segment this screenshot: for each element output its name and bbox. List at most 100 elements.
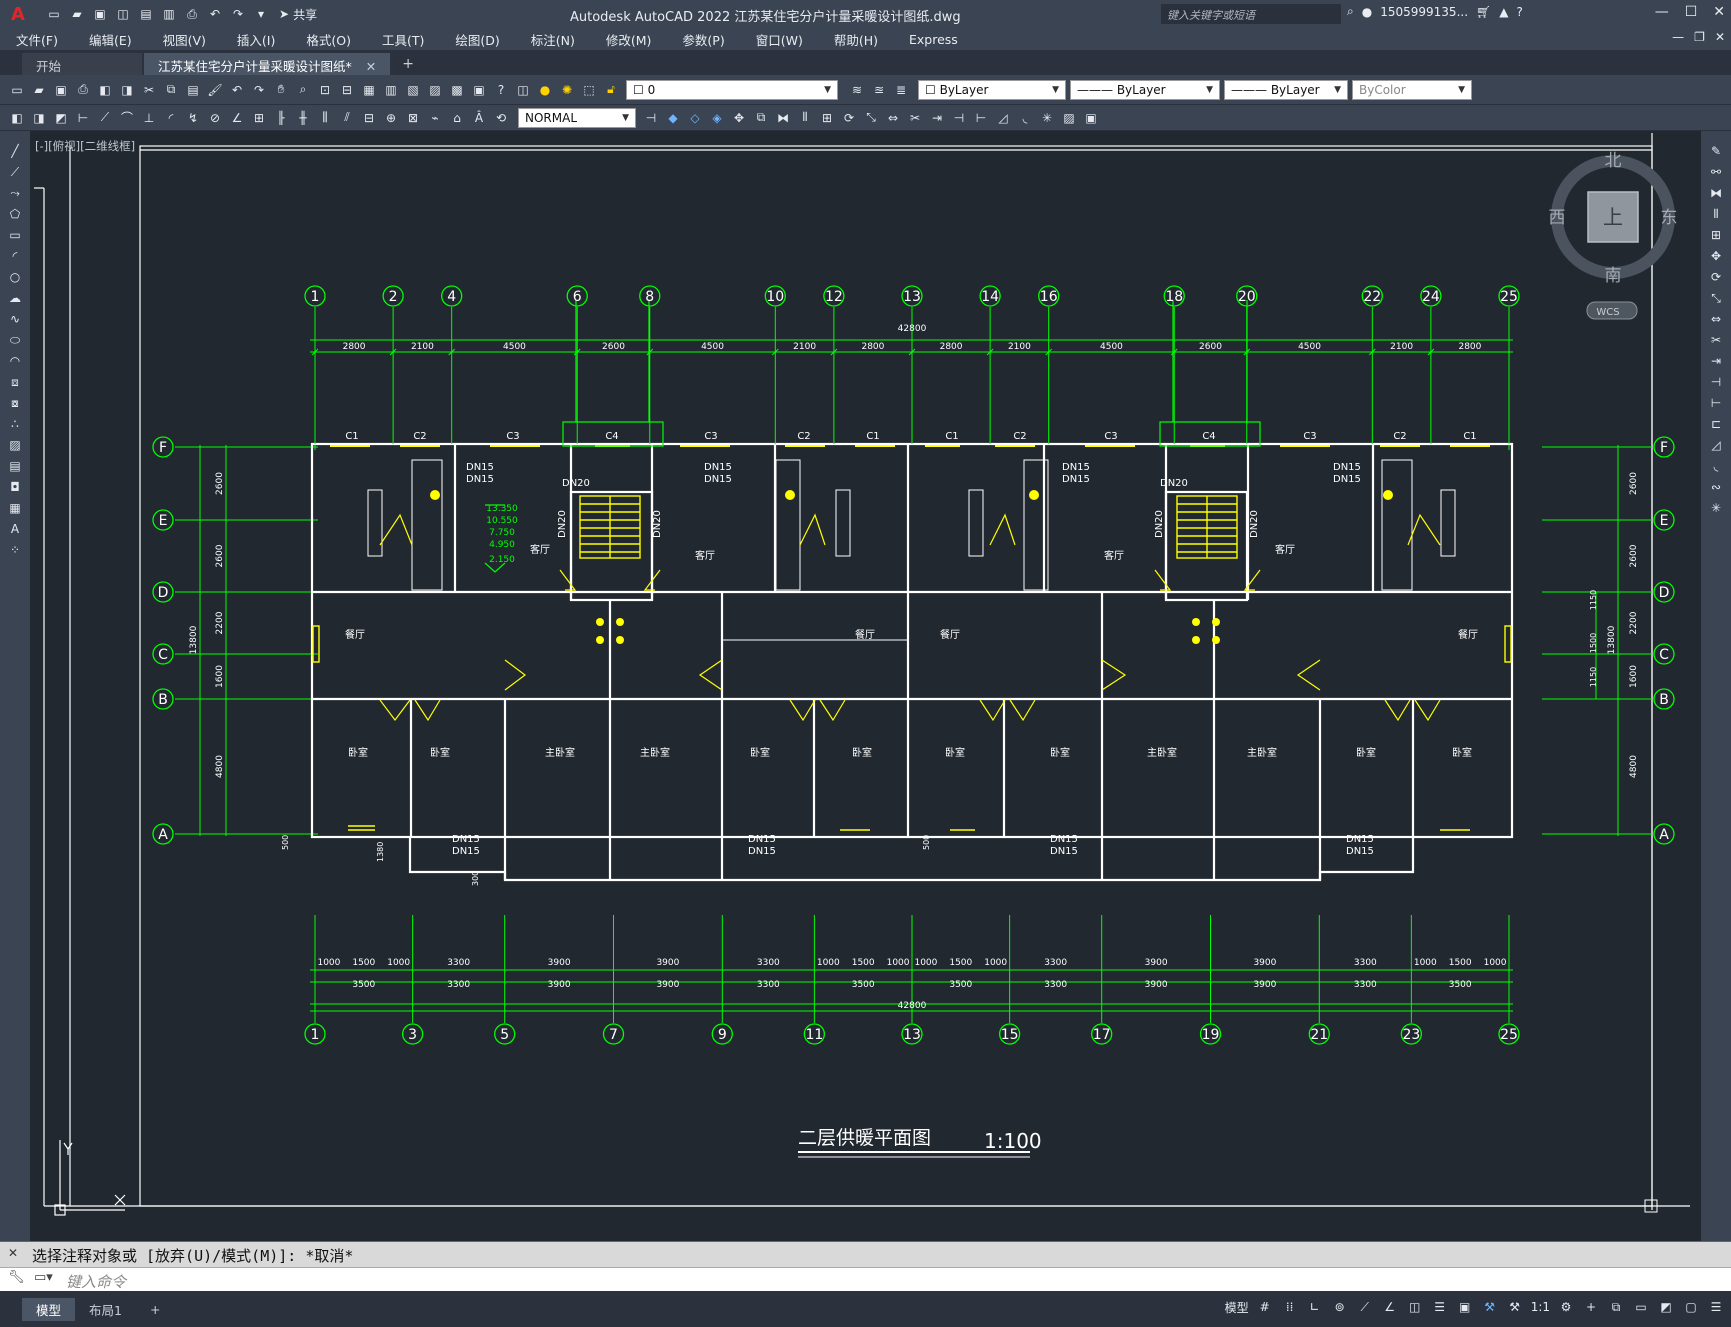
mirror-icon[interactable]: ⧓ — [1707, 184, 1725, 202]
modify-trim-icon[interactable]: ✂ — [906, 109, 924, 127]
share-button[interactable]: ➤ 共享 — [279, 6, 317, 23]
autodesk-app-icon[interactable]: ▲ — [1499, 5, 1508, 19]
inspect-icon[interactable]: ⊠ — [404, 109, 422, 127]
menu-parametric[interactable]: 参数(P) — [666, 30, 739, 49]
modify-hatch-icon[interactable]: ▨ — [1060, 109, 1078, 127]
ortho-icon[interactable]: ∟ — [1306, 1298, 1324, 1316]
doc-close-icon[interactable]: ✕ — [1715, 30, 1725, 44]
user-account[interactable]: 1505999135... — [1380, 5, 1468, 19]
modify-explode-icon[interactable]: ✳ — [1038, 109, 1056, 127]
layer-state-icon[interactable]: ≣ — [892, 81, 910, 99]
block-save-icon[interactable]: ◩ — [52, 109, 70, 127]
menu-tools[interactable]: 工具(T) — [366, 30, 439, 49]
plus-icon[interactable]: + — [1582, 1298, 1600, 1316]
tolerance-icon[interactable]: ⊟ — [360, 109, 378, 127]
isodraft-icon[interactable]: ⟋ — [1356, 1298, 1374, 1316]
polar-icon[interactable]: ⊚ — [1331, 1298, 1349, 1316]
dim-textedit-icon[interactable]: Â — [470, 109, 488, 127]
sheet-set-icon[interactable]: ▨ — [426, 81, 444, 99]
add-selected-icon[interactable]: ⁘ — [6, 541, 24, 559]
trim-icon[interactable]: ✂ — [1707, 331, 1725, 349]
scale-icon[interactable]: ⤡ — [1707, 289, 1725, 307]
undo-tool-icon[interactable]: ↶ — [228, 81, 246, 99]
matchprop-icon[interactable]: 🖌︎ — [206, 81, 224, 99]
web-save-icon[interactable]: ▥ — [159, 5, 179, 23]
isolate-objects-icon[interactable]: ◩ — [1657, 1298, 1675, 1316]
chamfer-icon[interactable]: ◿ — [1707, 436, 1725, 454]
spline-icon[interactable]: ∿ — [6, 310, 24, 328]
hatch-icon[interactable]: ▨ — [6, 436, 24, 454]
attribute-icon[interactable]: ◧ — [8, 109, 26, 127]
menu-express[interactable]: Express — [893, 32, 973, 47]
snap-icon[interactable]: ⁞⁞ — [1281, 1298, 1299, 1316]
customize-qat-icon[interactable]: ▾ — [251, 5, 271, 23]
dim-aligned-icon[interactable]: ⟋ — [96, 109, 114, 127]
web-open-icon[interactable]: ▤ — [136, 5, 156, 23]
lineweight-dropdown[interactable]: ——— ByLayer ▼ — [1224, 79, 1348, 100]
modify-fillet-icon[interactable]: ◟ — [1016, 109, 1034, 127]
pan-icon[interactable]: ✋︎ — [272, 81, 290, 99]
object-snap-tracking-icon[interactable]: ∠ — [1381, 1298, 1399, 1316]
linetype-dropdown[interactable]: ——— ByLayer ▼ — [1070, 79, 1220, 100]
fillet-icon[interactable]: ◟ — [1707, 457, 1725, 475]
close-command-icon[interactable]: ✕ — [8, 1246, 18, 1260]
menu-draw[interactable]: 绘图(D) — [439, 30, 514, 49]
menu-modify[interactable]: 修改(M) — [590, 30, 667, 49]
menu-edit[interactable]: 编辑(E) — [73, 30, 147, 49]
blend-icon[interactable]: ∾ — [1707, 478, 1725, 496]
command-input[interactable]: 键入命令 — [0, 1267, 1731, 1291]
lineweight-icon[interactable]: ☰ — [1431, 1298, 1449, 1316]
paste-icon[interactable]: ▤ — [184, 81, 202, 99]
autocad-logo-icon[interactable]: A — [6, 2, 30, 26]
insert-block-icon[interactable]: ⧈ — [6, 373, 24, 391]
dim-break-icon[interactable]: ⫽ — [338, 109, 356, 127]
help-icon[interactable]: ? — [1516, 5, 1522, 19]
draworder-front-icon[interactable]: ◆ — [664, 109, 682, 127]
doc-minimize-icon[interactable]: — — [1672, 30, 1684, 44]
cart-icon[interactable]: 🛒︎ — [1476, 5, 1491, 19]
modify-join-icon[interactable]: ⊢ — [972, 109, 990, 127]
new-file-icon[interactable]: ▭ — [44, 5, 64, 23]
search-icon[interactable]: ⌕ — [1347, 4, 1354, 19]
center-mark-icon[interactable]: ⊕ — [382, 109, 400, 127]
erase-icon[interactable]: ✎ — [1707, 142, 1725, 160]
qnew-icon[interactable]: ▭ — [8, 81, 26, 99]
tab-start[interactable]: 开始 — [22, 53, 142, 75]
offset-icon[interactable]: ⫴ — [1707, 205, 1725, 223]
modify-move-icon[interactable]: ✥ — [730, 109, 748, 127]
dim-linear-icon[interactable]: ⊢ — [74, 109, 92, 127]
customize-icon[interactable]: ☰ — [1707, 1298, 1725, 1316]
auto-scale-icon[interactable]: ⚒ — [1506, 1298, 1524, 1316]
join-icon[interactable]: ⊏ — [1707, 415, 1725, 433]
plot-icon[interactable]: ⎙ — [182, 5, 202, 23]
stretch-icon[interactable]: ⇔ — [1707, 310, 1725, 328]
annotation-visibility-icon[interactable]: ⚒ — [1481, 1298, 1499, 1316]
polyline-icon[interactable]: ⤳ — [6, 184, 24, 202]
redo-tool-icon[interactable]: ↷ — [250, 81, 268, 99]
menu-window[interactable]: 窗口(W) — [740, 30, 818, 49]
menu-insert[interactable]: 插入(I) — [221, 30, 290, 49]
dim-radius-icon[interactable]: ◜ — [162, 109, 180, 127]
open-icon[interactable]: ▰ — [30, 81, 48, 99]
menu-dimension[interactable]: 标注(N) — [515, 30, 590, 49]
tab-close-icon[interactable]: ✕ — [366, 59, 376, 74]
tab-layout1[interactable]: 布局1 — [75, 1298, 136, 1321]
modify-break-icon[interactable]: ⊣ — [950, 109, 968, 127]
open-file-icon[interactable]: ▰ — [67, 5, 87, 23]
menu-file[interactable]: 文件(F) — [0, 30, 73, 49]
save-tool-icon[interactable]: ▣ — [52, 81, 70, 99]
dim-jogline-icon[interactable]: ⌁ — [426, 109, 444, 127]
grid-icon[interactable]: # — [1256, 1298, 1274, 1316]
user-icon[interactable]: ● — [1362, 5, 1372, 19]
undo-icon[interactable]: ↶ — [205, 5, 225, 23]
calculator-icon[interactable]: ▣ — [470, 81, 488, 99]
dim-arc-icon[interactable]: ⌒ — [118, 109, 136, 127]
zoom-realtime-icon[interactable]: ⌕ — [294, 81, 312, 99]
point-icon[interactable]: ∴ — [6, 415, 24, 433]
annotation-scale[interactable]: 1:1 — [1531, 1300, 1550, 1314]
line-icon[interactable]: ╱ — [6, 142, 24, 160]
layer-props-icon[interactable]: ◫ — [514, 81, 532, 99]
draworder-above-icon[interactable]: ◈ — [708, 109, 726, 127]
quick-properties-icon[interactable]: ▭ — [1632, 1298, 1650, 1316]
plotstyle-dropdown[interactable]: ByColor ▼ — [1352, 79, 1472, 100]
